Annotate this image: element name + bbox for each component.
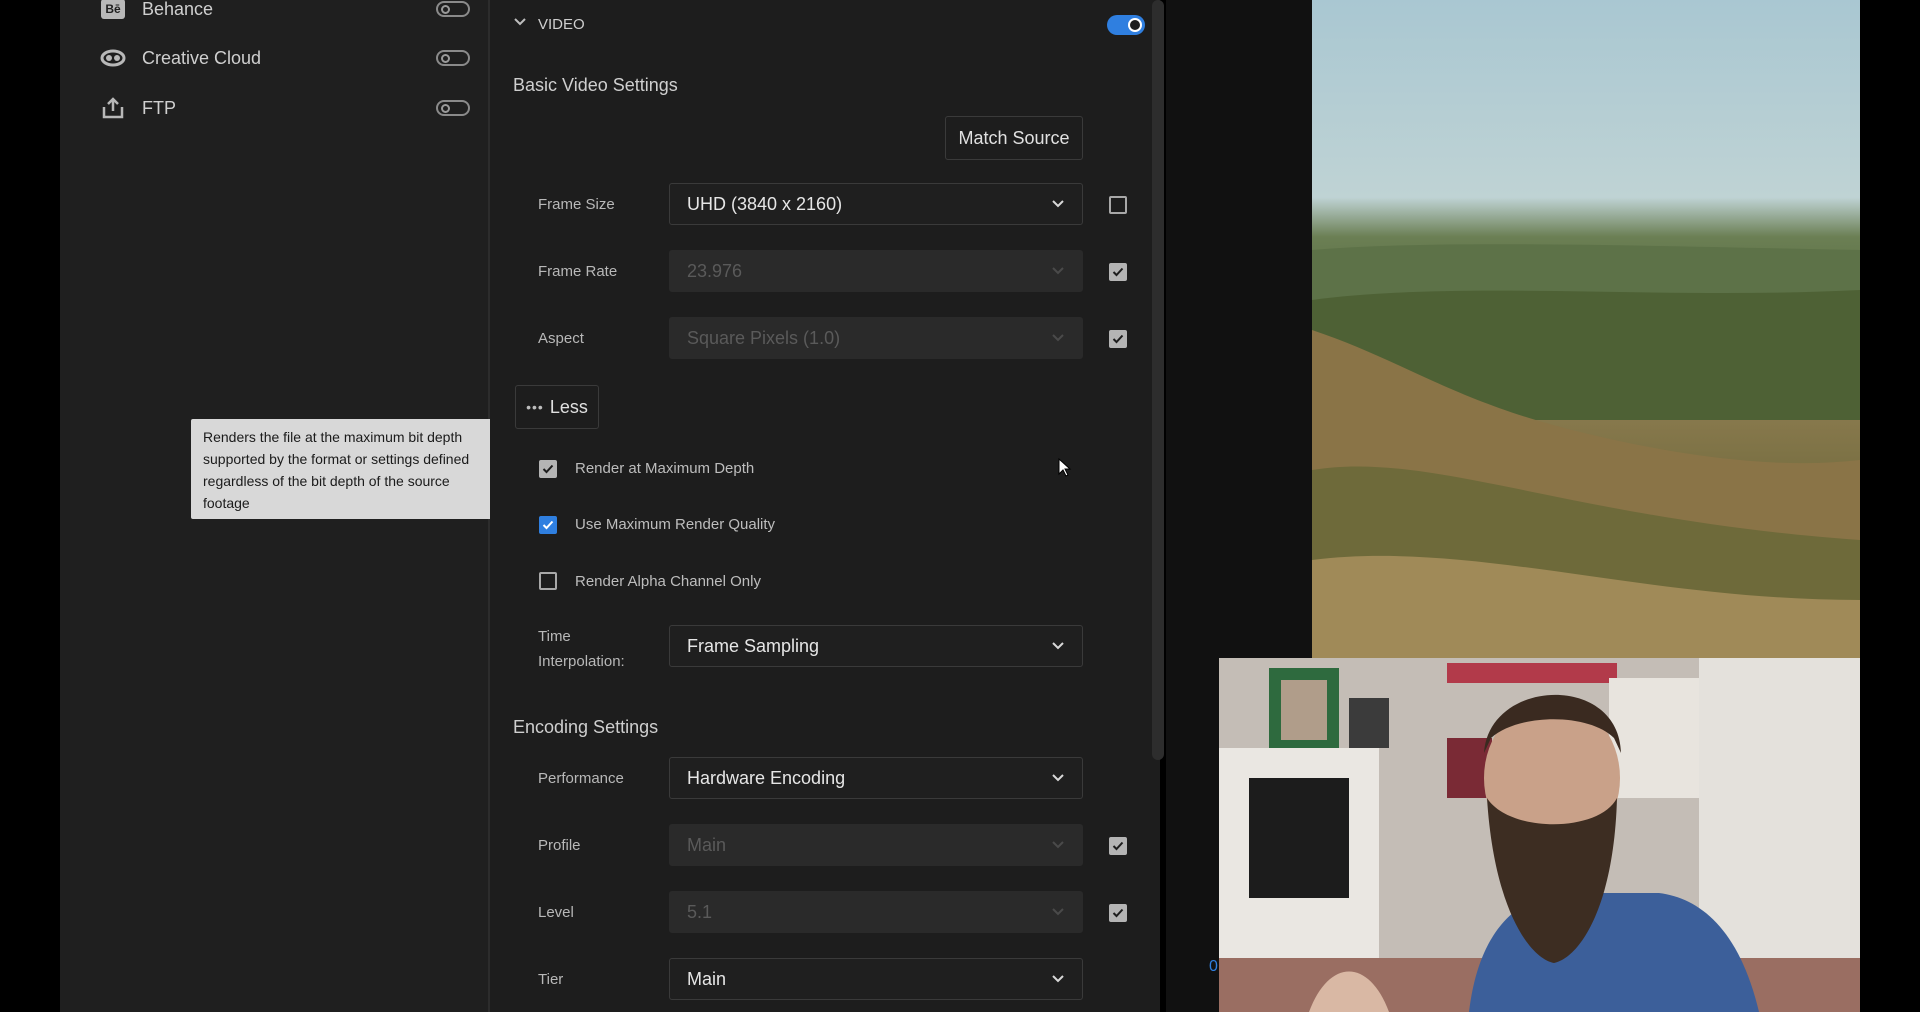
encoding-settings-title: Encoding Settings bbox=[513, 717, 659, 737]
time-interpolation-dropdown[interactable]: Frame Sampling bbox=[669, 625, 1083, 667]
video-section-header[interactable]: VIDEO bbox=[538, 16, 585, 33]
profile-dropdown[interactable]: Main bbox=[669, 824, 1083, 866]
creative-cloud-toggle[interactable] bbox=[436, 50, 470, 66]
profile-label: Profile bbox=[538, 837, 581, 854]
alpha-only-checkbox[interactable] bbox=[539, 572, 557, 590]
level-label: Level bbox=[538, 904, 574, 921]
aspect-value: Square Pixels (1.0) bbox=[687, 327, 841, 348]
frame-size-dropdown[interactable]: UHD (3840 x 2160) bbox=[669, 183, 1083, 225]
tier-value: Main bbox=[687, 968, 727, 989]
frame-size-match-checkbox[interactable] bbox=[1109, 196, 1127, 214]
more-dots-icon: ••• bbox=[526, 399, 544, 415]
chevron-down-icon bbox=[1052, 642, 1064, 650]
behance-toggle[interactable] bbox=[436, 1, 470, 17]
less-button[interactable]: ••• Less bbox=[515, 385, 599, 429]
mouse-cursor-icon bbox=[1058, 458, 1072, 477]
chevron-down-icon bbox=[1052, 841, 1064, 849]
timeline-marker: 0 bbox=[1209, 958, 1218, 975]
destination-label: Behance bbox=[142, 0, 214, 19]
performance-dropdown[interactable]: Hardware Encoding bbox=[669, 757, 1083, 799]
performance-value: Hardware Encoding bbox=[687, 767, 846, 788]
max-render-quality-label[interactable]: Use Maximum Render Quality bbox=[575, 516, 775, 533]
profile-match-checkbox[interactable] bbox=[1109, 837, 1127, 855]
render-max-depth-checkbox[interactable] bbox=[539, 460, 557, 478]
canyon-landscape-image bbox=[1312, 244, 1860, 658]
chevron-down-icon bbox=[1052, 334, 1064, 342]
frame-rate-value: 23.976 bbox=[687, 260, 743, 281]
chevron-down-icon bbox=[1052, 774, 1064, 782]
chevron-down-icon bbox=[1052, 267, 1064, 275]
chevron-down-icon[interactable] bbox=[512, 14, 532, 34]
destination-label: Creative Cloud bbox=[142, 47, 262, 68]
checkmark-icon bbox=[1112, 908, 1124, 918]
video-preview-frame bbox=[1312, 0, 1860, 658]
webcam-overlay bbox=[1219, 658, 1860, 1012]
level-match-checkbox[interactable] bbox=[1109, 904, 1127, 922]
aspect-label: Aspect bbox=[538, 330, 584, 347]
chevron-down-icon bbox=[1052, 908, 1064, 916]
video-enable-toggle[interactable] bbox=[1107, 15, 1145, 35]
tier-dropdown[interactable]: Main bbox=[669, 958, 1083, 1000]
destination-label: FTP bbox=[142, 97, 176, 118]
checkmark-icon bbox=[1112, 267, 1124, 277]
frame-rate-match-checkbox[interactable] bbox=[1109, 263, 1127, 281]
basic-video-settings-title: Basic Video Settings bbox=[513, 75, 678, 95]
tier-label: Tier bbox=[538, 971, 564, 988]
time-interpolation-label-line1: Time bbox=[538, 628, 571, 645]
frame-rate-dropdown[interactable]: 23.976 bbox=[669, 250, 1083, 292]
render-max-depth-tooltip: Renders the file at the maximum bit dept… bbox=[191, 419, 508, 519]
level-dropdown[interactable]: 5.1 bbox=[669, 891, 1083, 933]
frame-size-label: Frame Size bbox=[538, 196, 615, 213]
creative-cloud-icon bbox=[100, 46, 126, 70]
frame-size-value: UHD (3840 x 2160) bbox=[687, 193, 843, 214]
profile-value: Main bbox=[687, 834, 727, 855]
time-interpolation-value: Frame Sampling bbox=[687, 635, 820, 656]
aspect-match-checkbox[interactable] bbox=[1109, 330, 1127, 348]
export-settings-panel: VIDEO Basic Video Settings Match Source … bbox=[490, 0, 1160, 1012]
level-value: 5.1 bbox=[687, 901, 713, 922]
render-max-depth-label[interactable]: Render at Maximum Depth bbox=[575, 460, 754, 477]
checkmark-icon bbox=[542, 520, 554, 530]
chevron-down-icon bbox=[1052, 200, 1064, 208]
presenter-video-image bbox=[1219, 658, 1860, 1012]
behance-icon: Bē bbox=[100, 0, 126, 21]
frame-rate-label: Frame Rate bbox=[538, 263, 618, 280]
less-label: Less bbox=[549, 396, 588, 417]
aspect-dropdown[interactable]: Square Pixels (1.0) bbox=[669, 317, 1083, 359]
destination-creative-cloud-row[interactable]: Creative Cloud bbox=[100, 38, 470, 78]
destination-ftp-row[interactable]: FTP bbox=[100, 88, 470, 128]
destination-behance-row[interactable]: Bē Behance bbox=[100, 0, 470, 29]
checkmark-icon bbox=[542, 464, 554, 474]
checkmark-icon bbox=[1112, 334, 1124, 344]
ftp-upload-icon bbox=[100, 96, 126, 120]
time-interpolation-label-line2: Interpolation: bbox=[538, 653, 625, 670]
alpha-only-label[interactable]: Render Alpha Channel Only bbox=[575, 573, 761, 590]
match-source-button[interactable]: Match Source bbox=[945, 116, 1083, 160]
ftp-toggle[interactable] bbox=[436, 100, 470, 116]
settings-scrollbar[interactable] bbox=[1152, 0, 1164, 760]
performance-label: Performance bbox=[538, 770, 624, 787]
chevron-down-icon bbox=[1052, 975, 1064, 983]
max-render-quality-checkbox[interactable] bbox=[539, 516, 557, 534]
checkmark-icon bbox=[1112, 841, 1124, 851]
time-interpolation-label: Time Interpolation: bbox=[538, 624, 625, 674]
